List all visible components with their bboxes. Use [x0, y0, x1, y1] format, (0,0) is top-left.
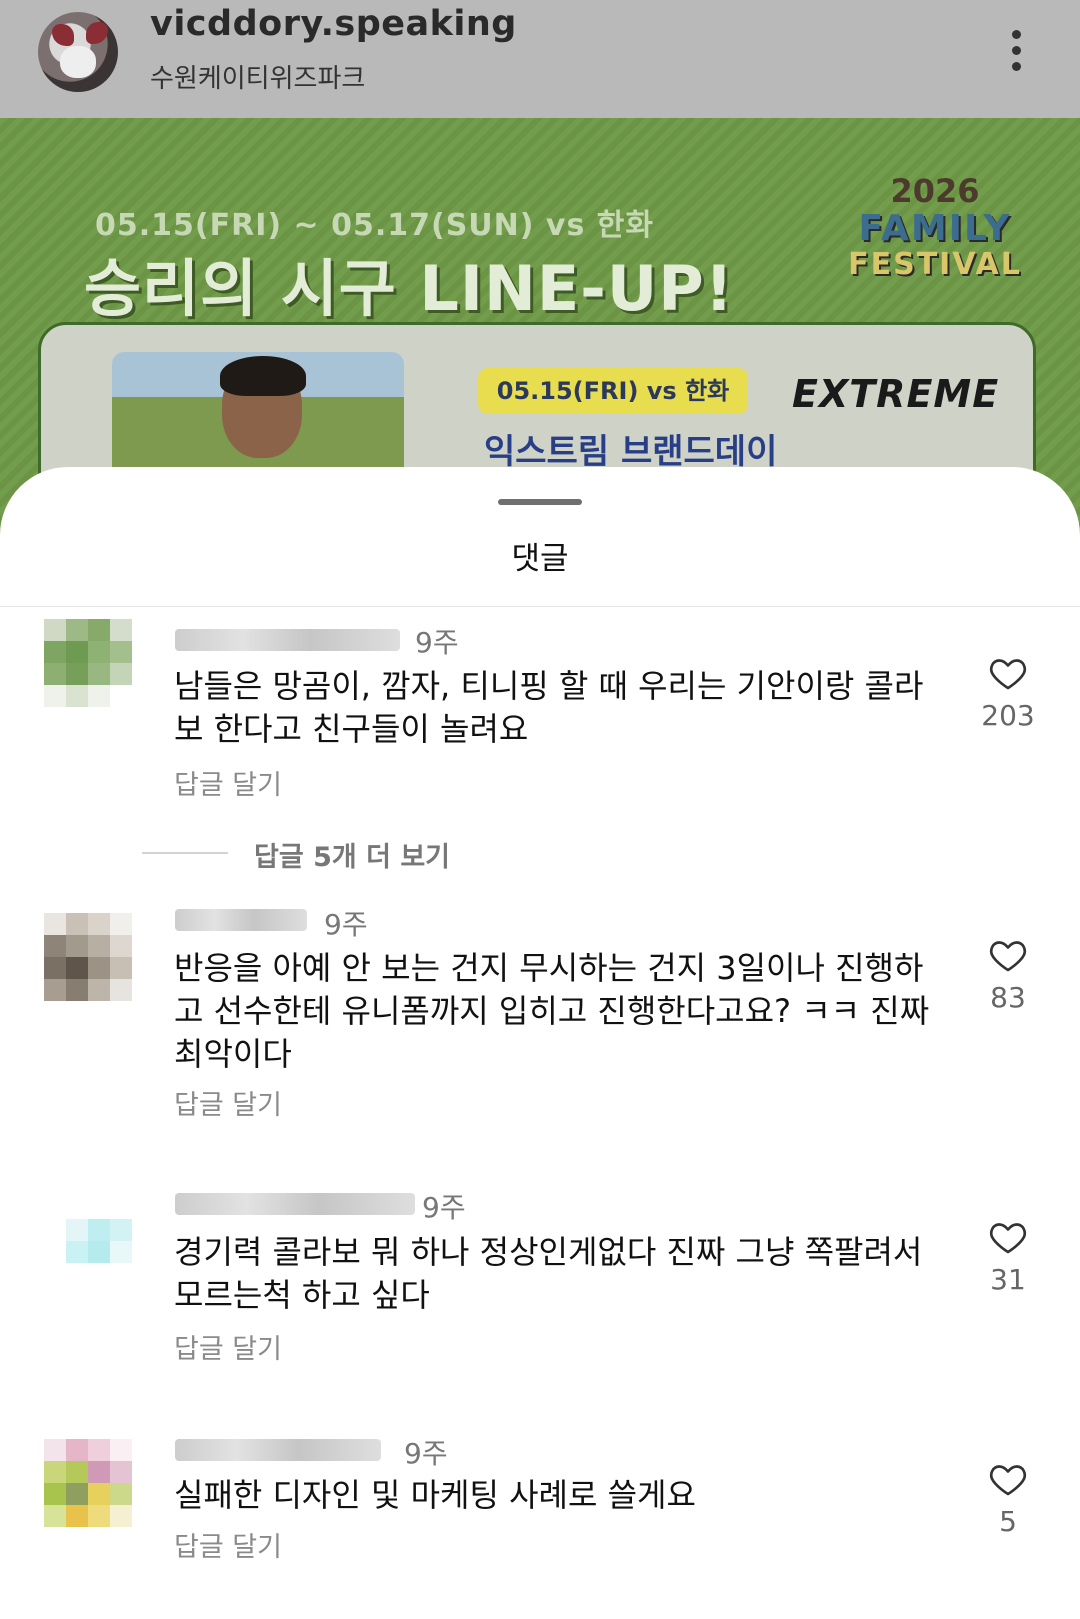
post-location[interactable]: 수원케이티위즈파크: [150, 58, 365, 95]
screen: vicddory.speaking 수원케이티위즈파크 05.15(FRI) ~…: [0, 0, 1080, 1619]
heart-icon[interactable]: [987, 653, 1029, 693]
comment-time: 9주: [415, 626, 459, 659]
like-count: 31: [990, 1263, 1026, 1296]
reply-button[interactable]: 답글 달기: [174, 1327, 282, 1366]
commenter-avatar[interactable]: [44, 913, 132, 1001]
commenter-avatar[interactable]: [44, 1439, 132, 1527]
commenter-username[interactable]: [175, 1193, 415, 1223]
comment-time: 9주: [324, 908, 368, 941]
card-date-pill: 05.15(FRI) vs 한화: [478, 368, 748, 414]
profile-avatar[interactable]: [38, 12, 118, 92]
like-control[interactable]: 83: [968, 935, 1048, 1014]
heart-icon[interactable]: [987, 1459, 1029, 1499]
post-header: vicddory.speaking 수원케이티위즈파크: [0, 0, 1080, 118]
like-control[interactable]: 5: [968, 1459, 1048, 1538]
more-vertical-icon[interactable]: [1010, 30, 1022, 74]
comment-time: 9주: [404, 1437, 448, 1470]
sheet-title: 댓글: [511, 541, 569, 577]
comment-text: 경기력 콜라보 뭐 하나 정상인게없다 진짜 그냥 쪽팔려서 모르는척 하고 싶…: [174, 1233, 923, 1314]
commenter-username[interactable]: [175, 909, 307, 939]
heart-icon[interactable]: [987, 1217, 1029, 1257]
logo-line-1: FAMILY: [858, 208, 1012, 249]
divider: [0, 606, 1080, 607]
banner-title: 승리의 시구 LINE-UP!: [84, 252, 734, 325]
comment-time: 9주: [422, 1191, 466, 1224]
post-username[interactable]: vicddory.speaking: [150, 4, 517, 44]
view-more-replies-label: 답글 5개 더 보기: [254, 842, 451, 873]
family-festival-logo: 2026 FAMILY FESTIVAL: [835, 172, 1035, 302]
like-count: 203: [981, 699, 1035, 732]
sheet-drag-handle[interactable]: [498, 499, 582, 505]
comment-text: 반응을 아예 안 보는 건지 무시하는 건지 3일이나 진행하고 선수한테 유니…: [174, 949, 930, 1073]
reply-button[interactable]: 답글 달기: [174, 1083, 282, 1122]
reply-button[interactable]: 답글 달기: [174, 763, 282, 802]
commenter-username[interactable]: [175, 1439, 381, 1469]
card-brand-day: 익스트림 브랜드데이: [484, 432, 778, 472]
like-control[interactable]: 31: [968, 1217, 1048, 1296]
like-control[interactable]: 203: [968, 653, 1048, 732]
like-count: 5: [999, 1505, 1017, 1538]
commenter-avatar[interactable]: [44, 619, 132, 707]
comments-sheet: 댓글 9주 남들은 망곰이, 깜자, 티니핑 할 때 우리는 기안이랑 콜라보 …: [0, 467, 1080, 1619]
comment-text: 남들은 망곰이, 깜자, 티니핑 할 때 우리는 기안이랑 콜라보 한다고 친구…: [174, 667, 924, 748]
like-count: 83: [990, 981, 1026, 1014]
comment-text: 실패한 디자인 및 마케팅 사례로 쓸게요: [174, 1476, 696, 1514]
commenter-avatar[interactable]: [44, 1197, 132, 1285]
commenter-username[interactable]: [175, 629, 400, 659]
logo-line-2: FESTIVAL: [848, 247, 1022, 282]
reply-button[interactable]: 답글 달기: [174, 1525, 282, 1564]
logo-year: 2026: [890, 172, 980, 210]
heart-icon[interactable]: [987, 935, 1029, 975]
brand-logo: EXTREME: [792, 372, 1000, 416]
